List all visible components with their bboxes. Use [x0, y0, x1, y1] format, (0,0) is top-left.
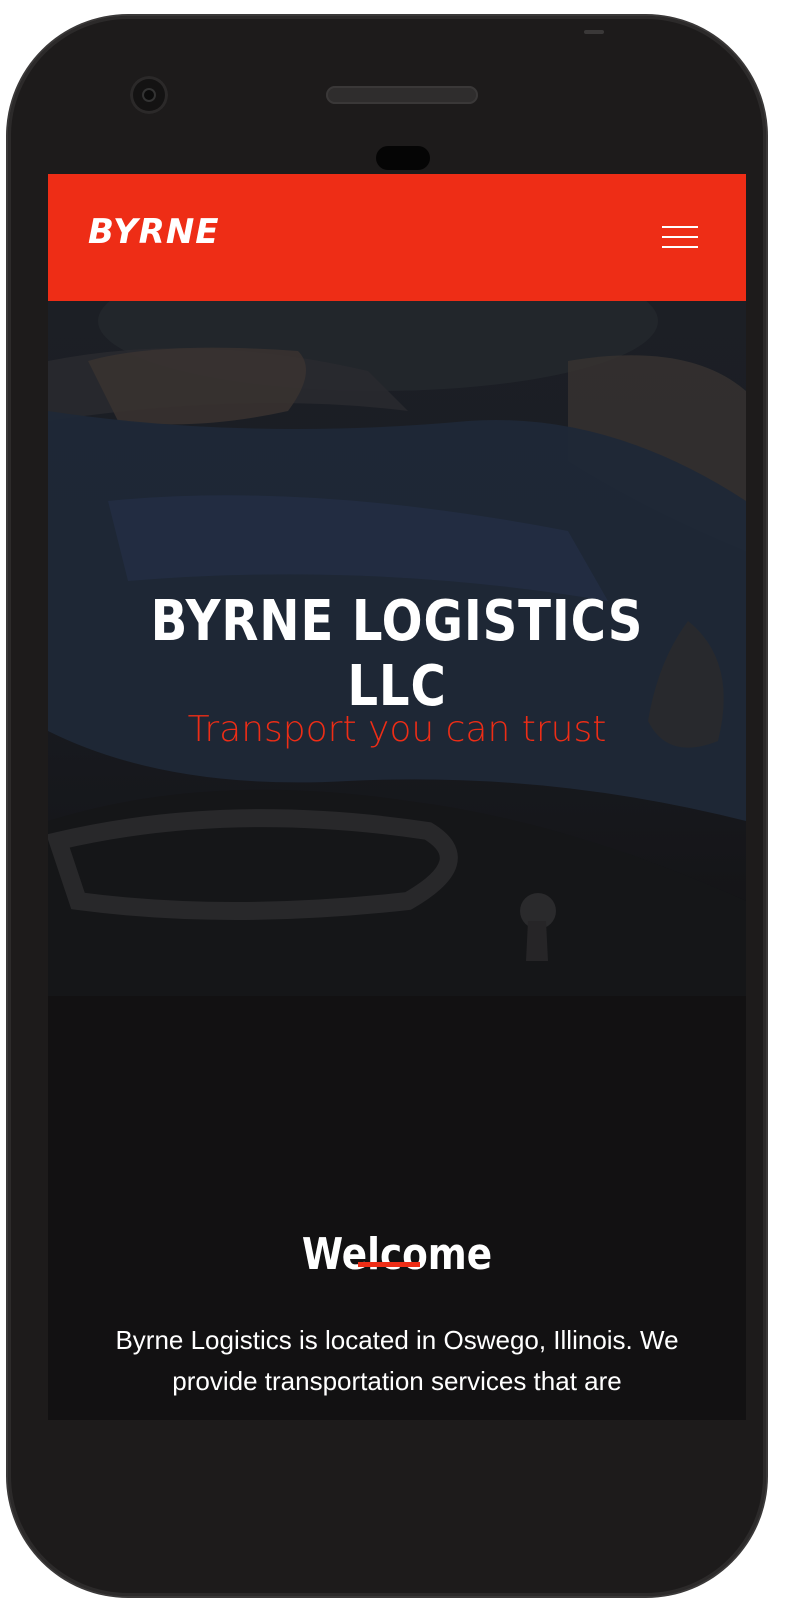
hamburger-menu-icon[interactable] — [662, 224, 698, 250]
menu-bar — [662, 226, 698, 228]
hero-section: BYRNE LOGISTICS LLC Transport you can tr… — [48, 301, 746, 996]
hero-subtitle: Transport you can trust — [187, 709, 607, 750]
screen: BYRNE BYRNE LOGISTICS LLC Transport you … — [48, 174, 746, 1420]
front-camera — [130, 76, 168, 114]
welcome-heading: Welcome — [301, 1228, 493, 1280]
hero-title: BYRNE LOGISTICS LLC — [150, 588, 644, 719]
menu-bar — [662, 246, 698, 248]
proximity-sensor — [376, 146, 430, 170]
brand-logo[interactable]: BYRNE — [88, 212, 220, 252]
heading-underline — [358, 1262, 420, 1267]
menu-bar — [662, 236, 698, 238]
earpiece-speaker — [326, 86, 478, 104]
welcome-paragraph: Byrne Logistics is located in Oswego, Il… — [115, 1325, 679, 1396]
phone-top-edge — [584, 30, 604, 34]
navbar: BYRNE — [48, 174, 746, 301]
